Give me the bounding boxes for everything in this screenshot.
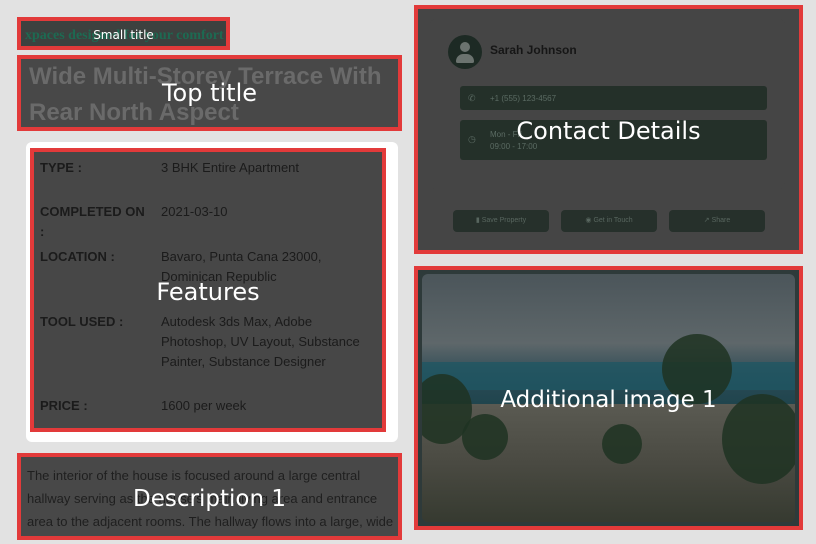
user-icon (448, 35, 482, 69)
photo-palm (602, 424, 642, 464)
feature-key: COMPLETED ON : (40, 204, 145, 239)
description-region: The interior of the house is focused aro… (17, 453, 402, 540)
phone-number: +1 (555) 123-4567 (490, 94, 557, 103)
contact-actions: ▮ Save Property ◉ Get in Touch ↗ Share (426, 201, 796, 241)
image-annotation: Additional image 1 (500, 387, 717, 413)
save-property-button[interactable]: ▮ Save Property (453, 210, 549, 232)
top-title-region: Wide Multi-Storey Terrace With Rear Nort… (17, 55, 402, 131)
description-annotation: Description 1 (133, 486, 286, 512)
small-title-annotation: Small title (93, 28, 154, 42)
feature-key: LOCATION : (40, 249, 115, 264)
phone-link[interactable]: ✆ +1 (555) 123-4567 (460, 86, 767, 110)
share-button[interactable]: ↗ Share (669, 210, 765, 232)
feature-key: TYPE : (40, 160, 82, 175)
features-annotation: Features (156, 278, 260, 306)
features-region: TYPE : 3 BHK Entire Apartment COMPLETED … (30, 148, 386, 432)
feature-value: 2021-03-10 (161, 204, 228, 219)
photo-palm (462, 414, 508, 460)
get-in-touch-button[interactable]: ◉ Get in Touch (561, 210, 657, 232)
feature-value: 3 BHK Entire Apartment (161, 160, 300, 175)
feature-key: TOOL USED : (40, 314, 124, 329)
feature-key: PRICE : (40, 398, 88, 413)
phone-icon: ✆ (468, 93, 476, 103)
agent-name: Sarah Johnson (490, 43, 577, 57)
photo-sea (422, 362, 795, 390)
contact-region: Sarah Johnson ✆ +1 (555) 123-4567 ◷ Mon … (414, 5, 803, 254)
feature-value: Autodesk 3ds Max, Adobe Photoshop, UV La… (161, 314, 360, 369)
feature-value: 1600 per week (161, 398, 247, 413)
top-title-annotation: Top title (161, 79, 258, 107)
additional-image-region: Additional image 1 (414, 266, 803, 530)
share-icon: ↗ (703, 217, 710, 224)
contact-annotation: Contact Details (516, 117, 701, 145)
bookmark-icon: ▮ (475, 217, 480, 224)
chat-icon: ◉ (585, 217, 592, 224)
small-title-region: xpaces designed for your comfort Small t… (17, 17, 230, 50)
